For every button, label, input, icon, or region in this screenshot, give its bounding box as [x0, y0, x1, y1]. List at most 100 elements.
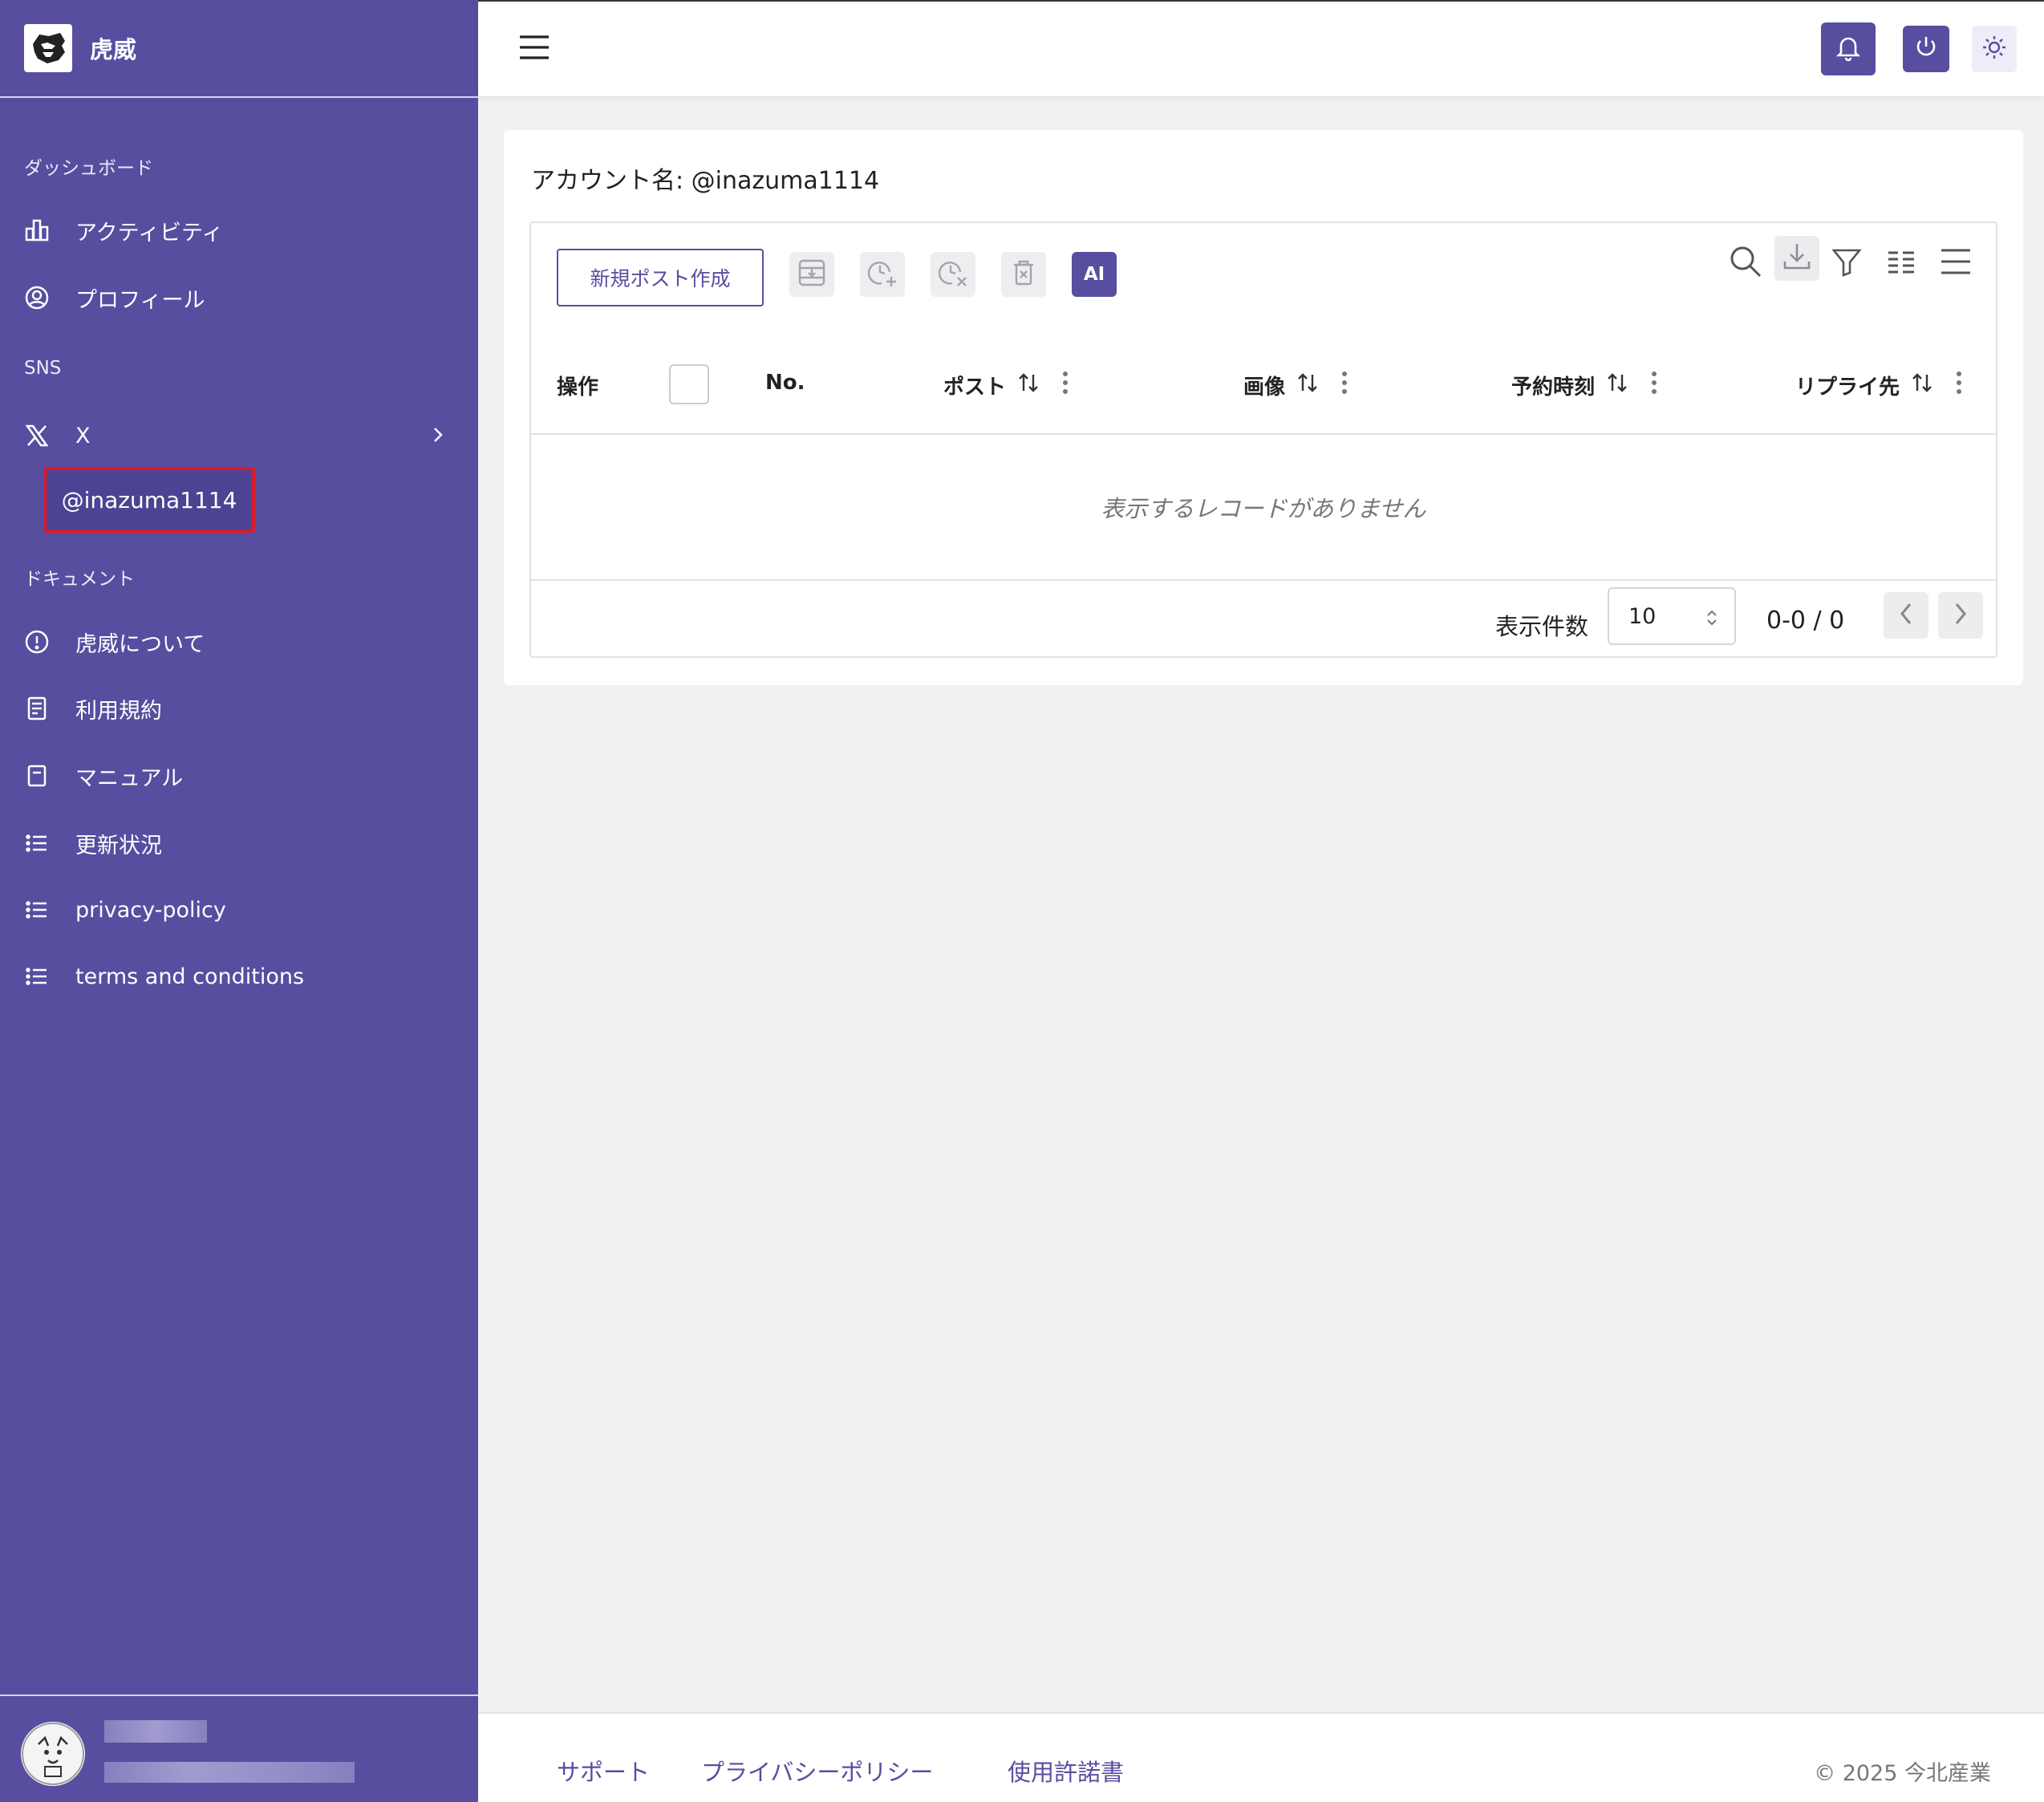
column-menu-icon[interactable] [1062, 371, 1069, 400]
blurred-email [104, 1762, 355, 1783]
logout-button[interactable] [1903, 26, 1949, 72]
sun-icon [1981, 34, 2008, 64]
section-sns: SNS [24, 358, 62, 379]
document-icon [22, 694, 51, 723]
sidebar: 虎威 ダッシュボード アクティビティ プロフィール SNS X @inazuma… [0, 0, 478, 1802]
column-menu-icon[interactable] [1341, 371, 1348, 400]
sort-icon[interactable] [1017, 371, 1040, 400]
list-icon [22, 895, 51, 924]
columns-button[interactable] [1879, 241, 1924, 286]
bell-icon [1834, 33, 1863, 65]
page-size-value: 10 [1628, 603, 1657, 629]
sort-icon[interactable] [1911, 371, 1933, 400]
search-icon [1728, 244, 1763, 282]
notifications-button[interactable] [1821, 22, 1876, 75]
filter-icon [1831, 246, 1863, 281]
column-label: 操作 [557, 375, 599, 400]
sort-icon[interactable] [1296, 371, 1319, 400]
ai-button[interactable]: AI [1072, 252, 1117, 297]
section-dashboard: ダッシュボード [24, 158, 153, 179]
menu-icon[interactable] [518, 34, 550, 61]
sidebar-item-x-account[interactable]: @inazuma1114 [43, 467, 255, 533]
column-menu-icon[interactable] [1956, 371, 1962, 400]
table-header: 操作 No. ポスト 画像 予約時刻 リプライ先 [531, 343, 1996, 435]
footer: サポート プライバシーポリシー 使用許諾書 © 2025 今北産業 [478, 1712, 2044, 1802]
chevron-right-icon [432, 424, 446, 452]
density-button[interactable] [1933, 241, 1978, 286]
download-icon [1781, 241, 1813, 276]
column-menu-icon[interactable] [1651, 371, 1657, 400]
schedule-add-button[interactable] [860, 252, 905, 297]
sidebar-item-label: 利用規約 [75, 698, 162, 724]
column-reply[interactable]: リプライ先 [1795, 371, 1962, 400]
column-post[interactable]: ポスト [943, 371, 1069, 400]
posts-card: アカウント名: @inazuma1114 新規ポスト作成 AI 操作 No. ポ… [504, 130, 2023, 685]
menu-lines-icon [1939, 246, 1973, 281]
import-button[interactable] [789, 252, 834, 297]
posts-table: 新規ポスト作成 AI 操作 No. ポスト 画像 予約時刻 リプライ先 表示する… [529, 221, 1997, 658]
page-size-label: 表示件数 [1495, 613, 1589, 640]
sidebar-item-manual[interactable]: マニュアル [0, 748, 478, 804]
info-circle-icon [22, 627, 51, 656]
user-profile[interactable] [0, 1694, 478, 1802]
prev-page-button[interactable] [1884, 592, 1928, 639]
updown-chevron-icon [1705, 608, 1718, 633]
column-ops: 操作 [557, 371, 598, 400]
search-button[interactable] [1723, 241, 1768, 286]
brand[interactable]: 虎威 [0, 0, 478, 98]
sidebar-item-x[interactable]: X [0, 408, 478, 464]
page-size-select[interactable]: 10 [1608, 587, 1736, 645]
sidebar-item-label: アクティビティ [75, 220, 224, 246]
user-circle-icon [22, 283, 51, 312]
columns-icon [1885, 246, 1917, 281]
column-schedule[interactable]: 予約時刻 [1511, 371, 1657, 400]
page-range: 0-0 / 0 [1766, 607, 1845, 635]
theme-toggle-button[interactable] [1972, 26, 2017, 72]
sidebar-item-label: privacy-policy [75, 897, 226, 923]
power-icon [1912, 34, 1940, 64]
footer-support-link[interactable]: サポート [557, 1754, 650, 1788]
book-icon [22, 761, 51, 790]
filter-button[interactable] [1824, 241, 1869, 286]
sidebar-item-terms-jp[interactable]: 利用規約 [0, 680, 478, 737]
brand-name: 虎威 [90, 36, 137, 63]
column-label: リプライ先 [1795, 375, 1900, 400]
sidebar-item-terms-en[interactable]: terms and conditions [0, 948, 478, 1004]
column-label: 画像 [1243, 375, 1286, 400]
download-button[interactable] [1774, 236, 1819, 281]
x-logo-icon [22, 421, 51, 450]
footer-license-link[interactable]: 使用許諾書 [1008, 1754, 1124, 1788]
sidebar-item-updates[interactable]: 更新状況 [0, 815, 478, 871]
list-icon [22, 962, 51, 991]
delete-button[interactable] [1001, 252, 1046, 297]
clock-plus-icon [866, 256, 899, 293]
chevron-right-icon [1952, 601, 1969, 630]
section-documents: ドキュメント [24, 569, 135, 590]
copyright: © 2025 今北産業 [1814, 1761, 1991, 1786]
bar-chart-icon [22, 216, 51, 245]
sort-icon[interactable] [1606, 371, 1628, 400]
column-label: 予約時刻 [1511, 375, 1596, 400]
sidebar-item-label: 虎威について [75, 631, 205, 657]
sidebar-item-profile[interactable]: プロフィール [0, 270, 478, 326]
next-page-button[interactable] [1938, 592, 1983, 639]
topbar [478, 0, 2044, 96]
empty-message: 表示するレコードがありません [531, 435, 1996, 581]
schedule-remove-button[interactable] [931, 252, 975, 297]
import-icon [796, 257, 828, 292]
sidebar-item-activity[interactable]: アクティビティ [0, 202, 478, 258]
column-image[interactable]: 画像 [1243, 371, 1348, 400]
trash-icon [1008, 257, 1040, 292]
select-all-checkbox[interactable] [669, 364, 709, 404]
chevron-left-icon [1897, 601, 1915, 630]
list-icon [22, 829, 51, 858]
sidebar-item-privacy[interactable]: privacy-policy [0, 882, 478, 938]
clock-x-icon [936, 256, 970, 293]
sidebar-item-about[interactable]: 虎威について [0, 614, 478, 670]
blurred-username [104, 1720, 207, 1743]
new-post-button[interactable]: 新規ポスト作成 [557, 249, 764, 306]
footer-privacy-link[interactable]: プライバシーポリシー [701, 1754, 933, 1788]
sidebar-item-label: X [75, 423, 91, 448]
avatar [21, 1722, 85, 1786]
column-no[interactable]: No. [765, 371, 805, 395]
